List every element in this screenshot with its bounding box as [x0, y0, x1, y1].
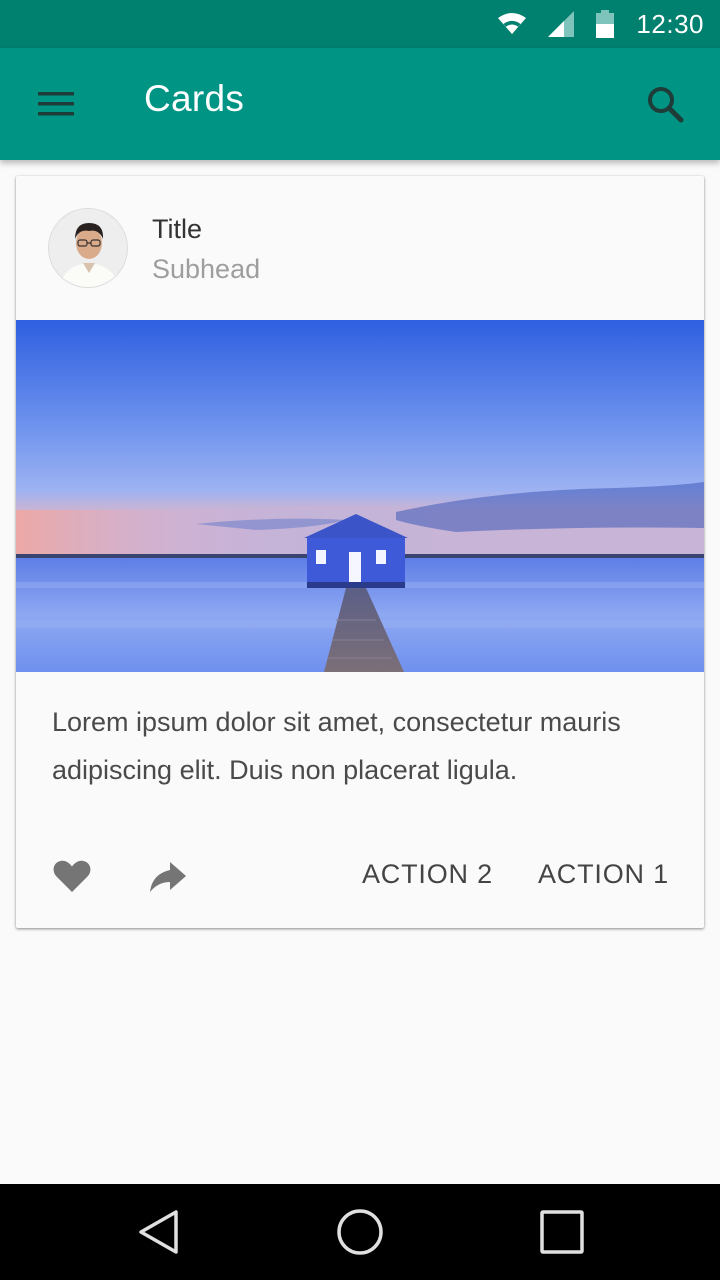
back-button[interactable] [136, 1208, 184, 1256]
app-bar: Cards [0, 48, 720, 160]
favorite-button[interactable] [50, 854, 94, 898]
share-icon [150, 862, 186, 892]
signal-icon [548, 11, 575, 37]
card-title: Title [152, 214, 203, 244]
avatar[interactable] [48, 208, 128, 288]
page-title: Cards [144, 78, 245, 119]
card: Title Subhead Lorem ipsum dolor sit amet… [16, 176, 704, 928]
home-button[interactable] [336, 1208, 384, 1256]
card-subhead: Subhead [152, 254, 261, 284]
share-button[interactable] [146, 854, 190, 898]
menu-icon [38, 92, 74, 116]
recents-button[interactable] [538, 1208, 586, 1256]
search-button[interactable] [640, 78, 692, 130]
heart-icon [53, 860, 91, 892]
home-icon [337, 1209, 383, 1255]
battery-icon [596, 10, 615, 38]
action-2-button[interactable]: ACTION 2 [362, 854, 493, 894]
wifi-icon [498, 12, 527, 36]
search-icon [648, 87, 684, 123]
recents-icon [540, 1210, 584, 1254]
status-time: 12:30 [636, 8, 704, 39]
card-media-image [16, 320, 704, 672]
navigation-bar [0, 1184, 720, 1280]
card-supporting-text: Lorem ipsum dolor sit amet, consectetur … [52, 707, 621, 785]
menu-button[interactable] [32, 84, 80, 124]
status-bar: 12:30 [0, 0, 720, 48]
back-icon [139, 1210, 178, 1254]
action-1-button[interactable]: ACTION 1 [538, 854, 669, 894]
